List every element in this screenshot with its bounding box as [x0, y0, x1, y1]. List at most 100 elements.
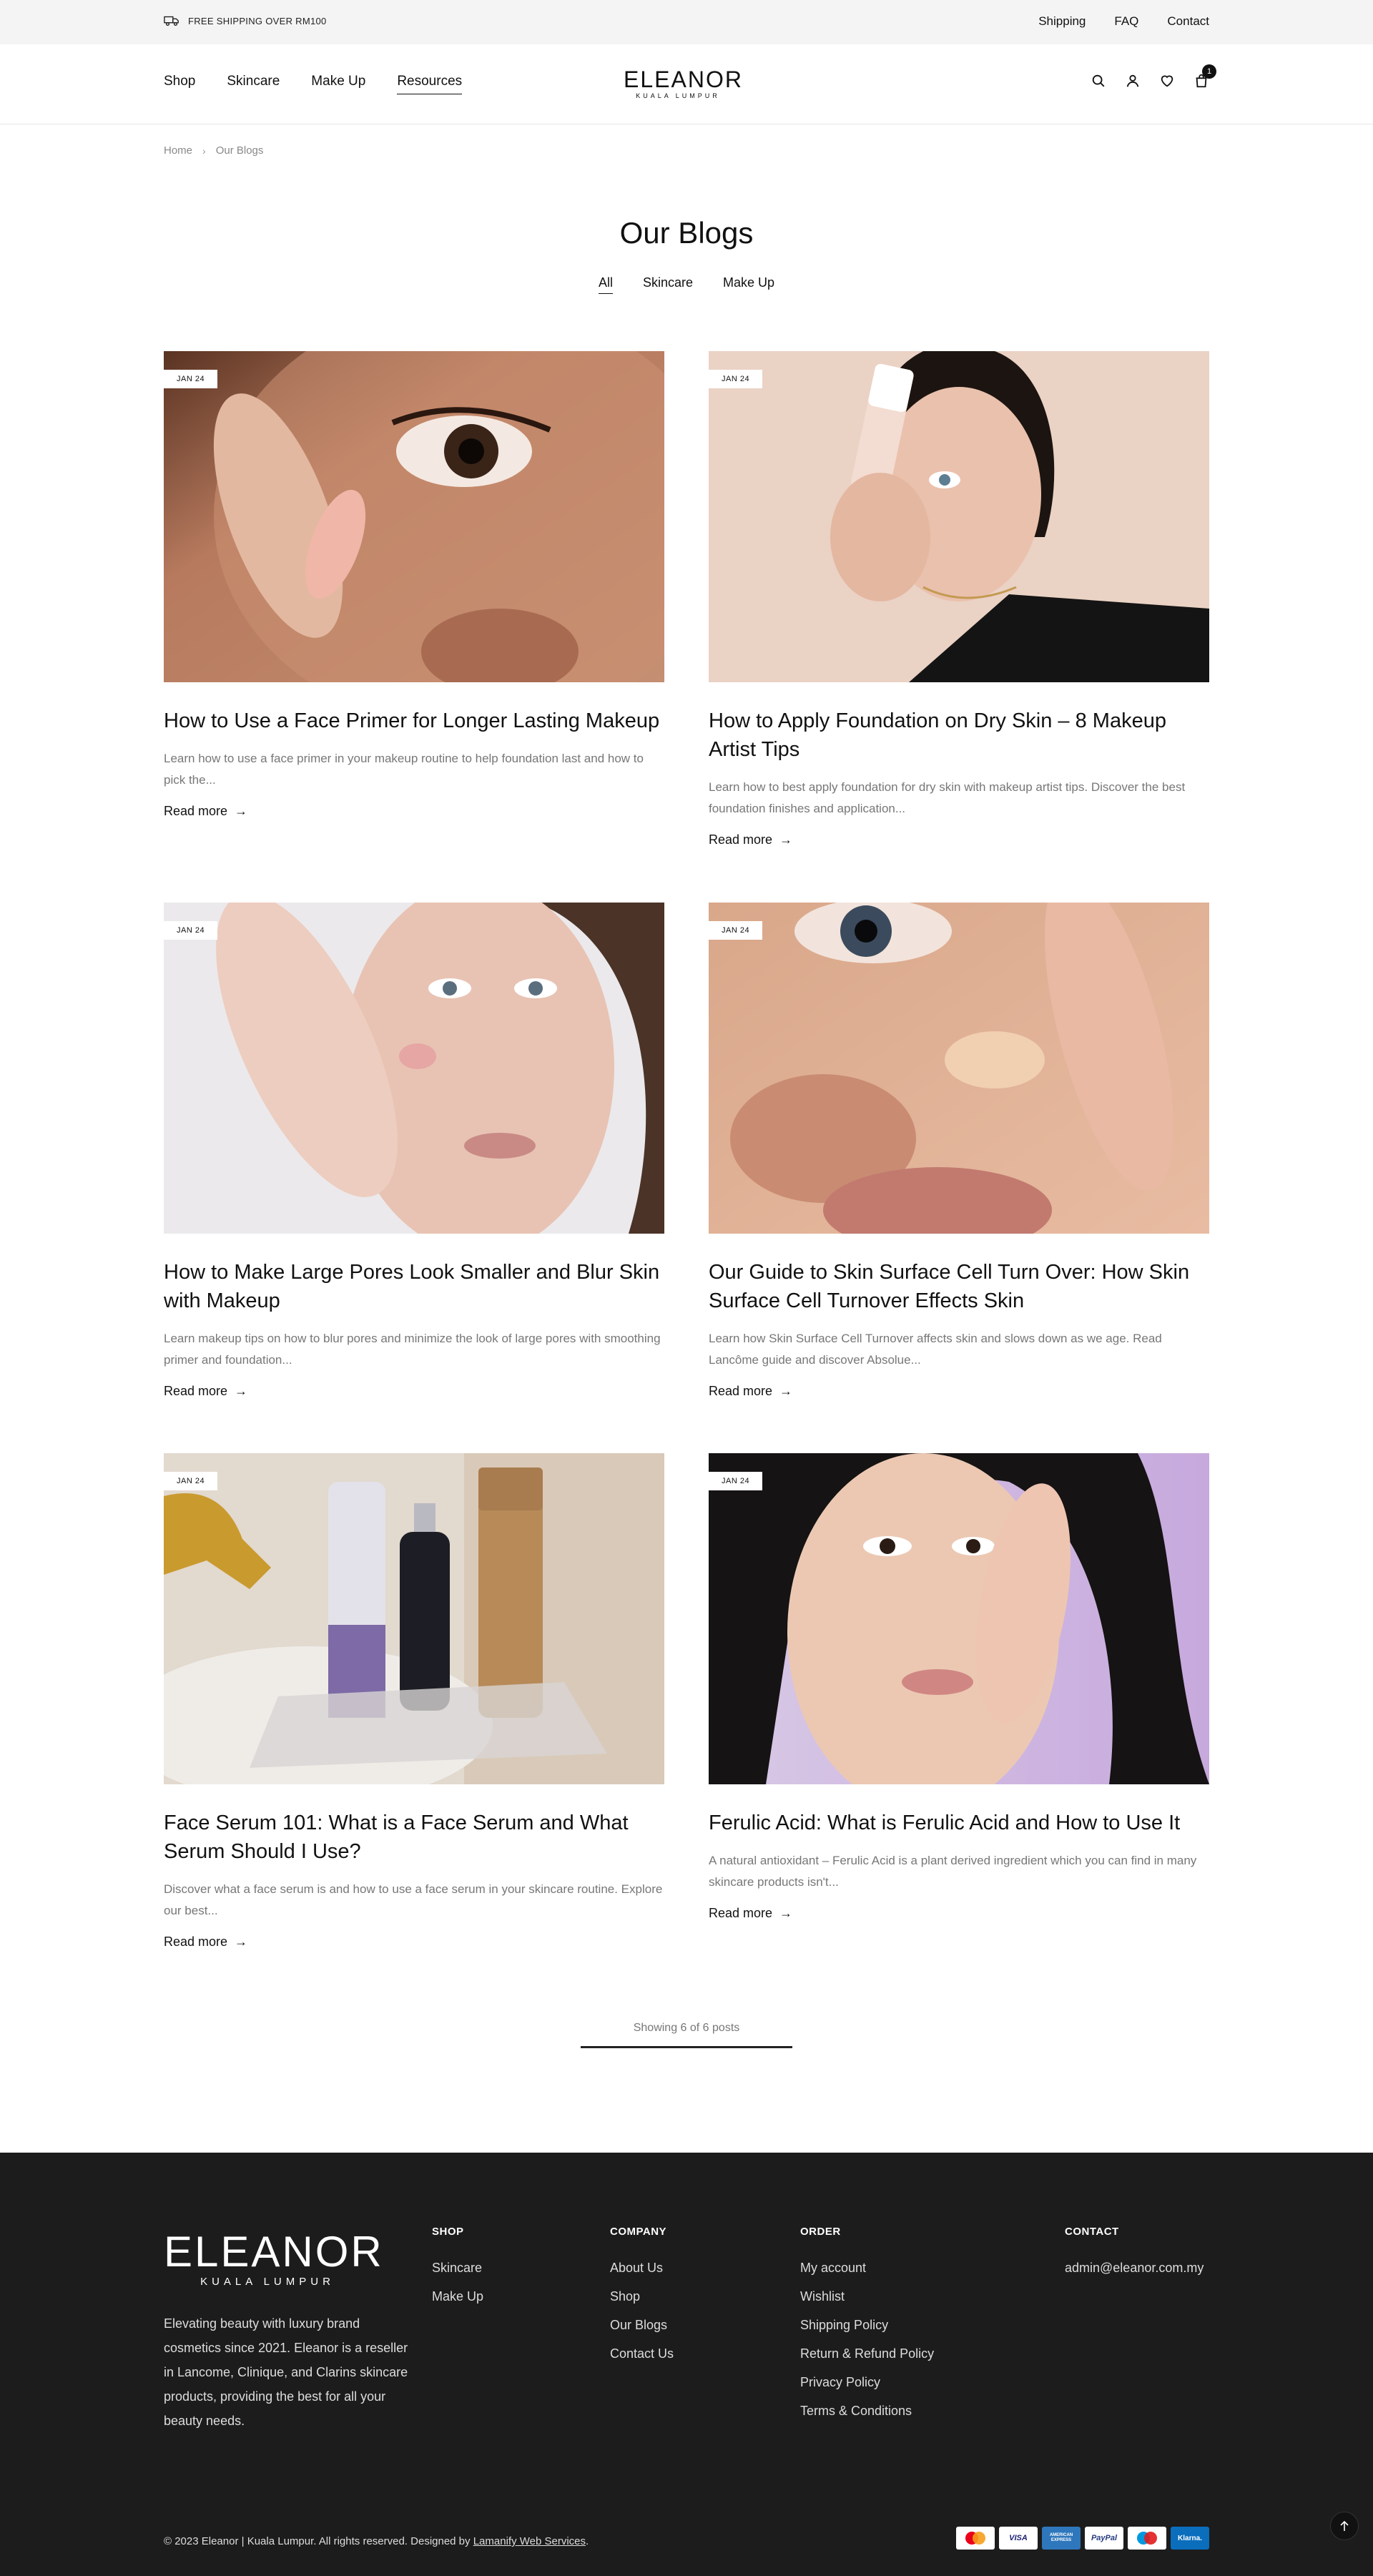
- topbar-link-faq[interactable]: FAQ: [1114, 14, 1138, 29]
- post-title[interactable]: How to Use a Face Primer for Longer Last…: [164, 707, 664, 735]
- shipping-text: FREE SHIPPING OVER RM100: [188, 15, 327, 26]
- footer-about: Elevating beauty with luxury brand cosme…: [164, 2316, 408, 2428]
- footer-link-shipping-policy[interactable]: Shipping Policy: [800, 2311, 934, 2339]
- wishlist-heart-icon[interactable]: [1159, 73, 1175, 89]
- post-excerpt: Learn how to best apply foundation for d…: [709, 780, 1186, 815]
- post-date-badge: JAN 24: [164, 370, 218, 388]
- footer-company-column: COMPANY About Us Shop Our Blogs Contact …: [610, 2226, 674, 2368]
- post-title[interactable]: Our Guide to Skin Surface Cell Turn Over…: [709, 1258, 1209, 1315]
- designer-link[interactable]: Lamanify Web Services: [473, 2535, 586, 2547]
- topbar-link-contact[interactable]: Contact: [1167, 14, 1209, 29]
- account-icon[interactable]: [1125, 73, 1141, 89]
- footer-order-column: ORDER My account Wishlist Shipping Polic…: [800, 2226, 934, 2425]
- post-title[interactable]: How to Apply Foundation on Dry Skin – 8 …: [709, 707, 1209, 764]
- blog-post-card: JAN 24 Face Serum 101: What is a Face Se…: [164, 1453, 664, 1950]
- post-title[interactable]: Face Serum 101: What is a Face Serum and…: [164, 1809, 664, 1866]
- read-more-link[interactable]: Read more →: [164, 1935, 664, 1950]
- post-image[interactable]: JAN 24: [709, 351, 1209, 682]
- main-nav: Shop Skincare Make Up Resources: [164, 74, 463, 94]
- site-logo[interactable]: ELEANOR KUALA LUMPUR: [624, 67, 743, 99]
- payment-methods: VISA AMERICAN EXPRESS PayPal Klarna.: [956, 2527, 1209, 2550]
- post-excerpt: Learn how Skin Surface Cell Turnover aff…: [709, 1332, 1162, 1367]
- post-image[interactable]: JAN 24: [709, 1453, 1209, 1784]
- footer-link-my-account[interactable]: My account: [800, 2253, 934, 2282]
- blog-post-card: JAN 24 Ferulic Acid: What is Ferulic Aci…: [709, 1453, 1209, 1921]
- footer-order-heading: ORDER: [800, 2226, 841, 2238]
- footer-link-make-up[interactable]: Make Up: [432, 2282, 483, 2311]
- breadcrumb: Home › Our Blogs: [164, 144, 263, 157]
- nav-resources[interactable]: Resources: [397, 74, 463, 94]
- maestro-icon: [1128, 2527, 1166, 2550]
- category-filters: All Skincare Make Up: [0, 275, 1373, 294]
- post-date-badge: JAN 24: [164, 1472, 218, 1490]
- read-more-link[interactable]: Read more →: [709, 832, 1209, 847]
- cart-count-badge: 1: [1202, 64, 1216, 79]
- post-image[interactable]: JAN 24: [164, 351, 664, 682]
- footer-link-shop[interactable]: Shop: [610, 2282, 674, 2311]
- footer-contact-email[interactable]: admin@eleanor.com.my: [1065, 2253, 1204, 2282]
- post-excerpt: Discover what a face serum is and how to…: [164, 1882, 663, 1917]
- footer-contact-column: CONTACT admin@eleanor.com.my: [1065, 2226, 1204, 2282]
- topbar-link-shipping[interactable]: Shipping: [1038, 14, 1086, 29]
- post-image[interactable]: JAN 24: [164, 903, 664, 1234]
- footer-link-contact-us[interactable]: Contact Us: [610, 2339, 674, 2368]
- footer-link-return-refund-policy[interactable]: Return & Refund Policy: [800, 2339, 934, 2368]
- filter-make-up[interactable]: Make Up: [723, 275, 774, 294]
- site-header: Shop Skincare Make Up Resources ELEANOR …: [0, 44, 1373, 124]
- back-to-top-button[interactable]: [1330, 2512, 1359, 2540]
- footer-logo-city: KUALA LUMPUR: [200, 2276, 335, 2288]
- read-more-link[interactable]: Read more →: [709, 1384, 1209, 1399]
- post-date-badge: JAN 24: [709, 370, 763, 388]
- mastercard-icon: [956, 2527, 995, 2550]
- amex-icon: AMERICAN EXPRESS: [1042, 2527, 1081, 2550]
- nav-shop[interactable]: Shop: [164, 74, 195, 94]
- post-excerpt: Learn makeup tips on how to blur pores a…: [164, 1332, 661, 1367]
- footer-link-about-us[interactable]: About Us: [610, 2253, 674, 2282]
- post-title[interactable]: How to Make Large Pores Look Smaller and…: [164, 1258, 664, 1315]
- read-more-label: Read more: [164, 804, 228, 818]
- search-icon[interactable]: [1091, 73, 1106, 89]
- visa-label: VISA: [1009, 2534, 1028, 2542]
- footer-link-skincare[interactable]: Skincare: [432, 2253, 483, 2282]
- read-more-label: Read more: [709, 1384, 773, 1398]
- read-more-link[interactable]: Read more →: [164, 804, 664, 819]
- footer-link-wishlist[interactable]: Wishlist: [800, 2282, 934, 2311]
- blog-post-card: JAN 24 Our Guide to Skin Surface Cell Tu…: [709, 903, 1209, 1399]
- read-more-link[interactable]: Read more →: [709, 1906, 1209, 1921]
- read-more-label: Read more: [709, 832, 773, 847]
- announcement-bar: FREE SHIPPING OVER RM100 Shipping FAQ Co…: [0, 0, 1373, 44]
- nav-make-up[interactable]: Make Up: [311, 74, 365, 94]
- logo-name: ELEANOR: [624, 67, 743, 92]
- footer-contact-heading: CONTACT: [1065, 2226, 1119, 2238]
- filter-all[interactable]: All: [598, 275, 613, 294]
- footer-link-our-blogs[interactable]: Our Blogs: [610, 2311, 674, 2339]
- blog-post-card: JAN 24 How to Use a Face Primer for Long…: [164, 351, 664, 819]
- breadcrumb-home[interactable]: Home: [164, 144, 192, 157]
- filter-skincare[interactable]: Skincare: [643, 275, 693, 294]
- read-more-link[interactable]: Read more →: [164, 1384, 664, 1399]
- nav-skincare[interactable]: Skincare: [227, 74, 280, 94]
- post-image[interactable]: JAN 24: [709, 903, 1209, 1234]
- post-title[interactable]: Ferulic Acid: What is Ferulic Acid and H…: [709, 1809, 1209, 1837]
- copyright-end: .: [586, 2535, 589, 2547]
- footer-shop-column: SHOP Skincare Make Up: [432, 2226, 483, 2311]
- footer-logo-name: ELEANOR: [164, 2228, 384, 2276]
- footer-copyright: © 2023 Eleanor | Kuala Lumpur. All right…: [164, 2535, 589, 2547]
- post-image[interactable]: JAN 24: [164, 1453, 664, 1784]
- shipping-notice: FREE SHIPPING OVER RM100: [164, 15, 327, 26]
- read-more-label: Read more: [164, 1384, 228, 1398]
- page-title: Our Blogs: [619, 216, 754, 250]
- arrow-right-icon: →: [779, 1906, 793, 1920]
- chevron-right-icon: ›: [202, 144, 206, 157]
- footer-link-privacy-policy[interactable]: Privacy Policy: [800, 2368, 934, 2396]
- arrow-right-icon: →: [235, 804, 248, 818]
- klarna-icon: Klarna.: [1171, 2527, 1209, 2550]
- blog-post-card: JAN 24 How to Apply Foundation on Dry Sk…: [709, 351, 1209, 847]
- blog-post-card: JAN 24 How to Make Large Pores Look Smal…: [164, 903, 664, 1399]
- footer-shop-heading: SHOP: [432, 2226, 464, 2238]
- footer-logo[interactable]: ELEANOR KUALA LUMPUR: [164, 2228, 384, 2289]
- post-date-badge: JAN 24: [709, 1472, 763, 1490]
- paypal-icon: PayPal: [1085, 2527, 1123, 2550]
- footer-link-terms-conditions[interactable]: Terms & Conditions: [800, 2396, 934, 2425]
- cart-button[interactable]: 1: [1194, 64, 1216, 89]
